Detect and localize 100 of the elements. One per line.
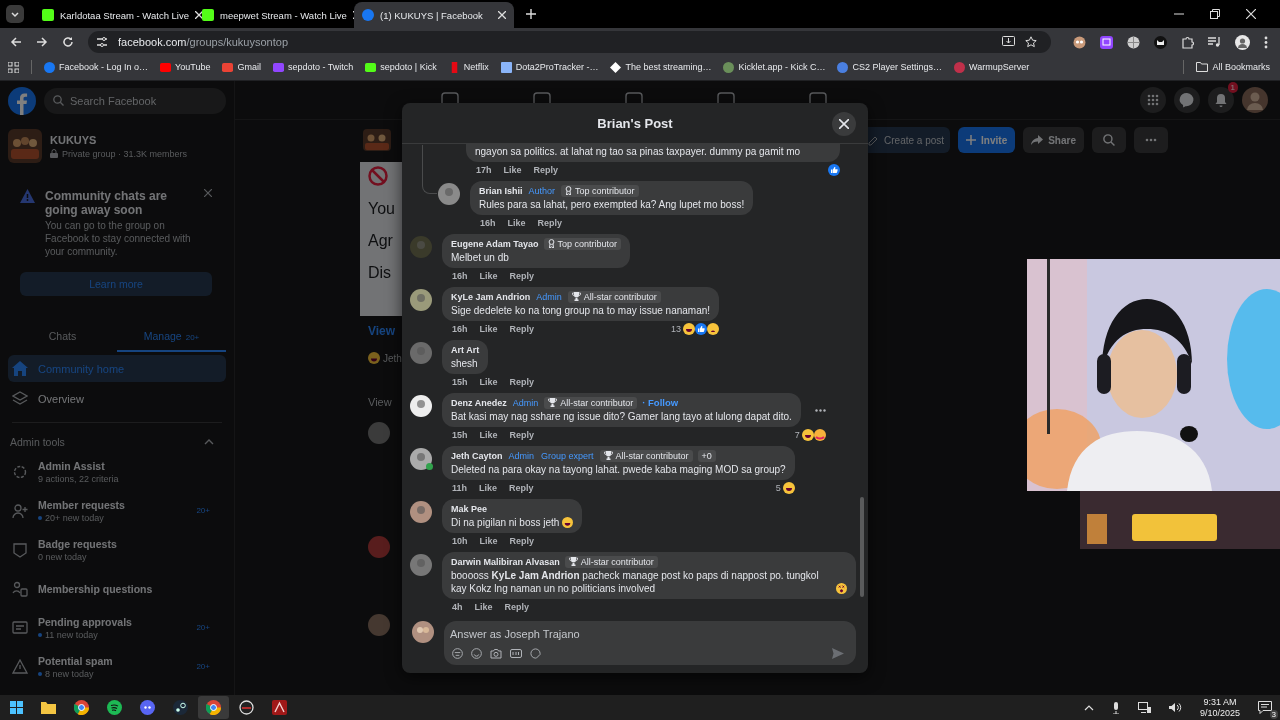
like-link[interactable]: Like bbox=[503, 164, 522, 176]
bookmark[interactable]: Facebook - Log In o… bbox=[44, 61, 149, 73]
chevron-icon[interactable] bbox=[204, 439, 214, 445]
like-link[interactable]: Like bbox=[479, 429, 498, 441]
bookmark[interactable]: sepdoto - Twitch bbox=[272, 61, 354, 73]
microphone-icon[interactable] bbox=[1111, 701, 1120, 714]
comment-time[interactable]: 16h bbox=[480, 217, 496, 229]
app-icon[interactable] bbox=[272, 700, 287, 715]
network-icon[interactable] bbox=[1137, 702, 1151, 713]
search-field[interactable]: Search Facebook bbox=[44, 88, 226, 114]
close-button[interactable] bbox=[832, 112, 856, 136]
bookmark[interactable]: WarmupServer bbox=[954, 61, 1030, 73]
search-button[interactable] bbox=[1092, 127, 1126, 153]
apps-menu-icon[interactable] bbox=[1140, 87, 1166, 113]
bookmark[interactable]: YouTube bbox=[160, 61, 211, 73]
bell-icon[interactable] bbox=[1208, 87, 1234, 113]
install-icon[interactable] bbox=[1002, 36, 1015, 48]
back-icon[interactable] bbox=[10, 36, 22, 48]
sad-face-icon[interactable] bbox=[707, 323, 720, 335]
reply-link[interactable]: Reply bbox=[509, 270, 535, 282]
comment-time[interactable]: 11h bbox=[452, 482, 467, 494]
browser-tab[interactable]: (1) KUKUYS | Facebook bbox=[354, 2, 514, 28]
commenter-name[interactable]: Denz Anedez bbox=[451, 397, 507, 408]
commenter-name[interactable]: Brian Ishii bbox=[479, 185, 523, 196]
admin-tool-item[interactable]: Membership questions bbox=[8, 570, 226, 607]
avatar[interactable] bbox=[410, 448, 432, 470]
commenter-name[interactable]: Eugene Adam Tayao bbox=[451, 238, 539, 249]
extension-icon[interactable] bbox=[1100, 35, 1113, 49]
star-icon[interactable] bbox=[1025, 36, 1037, 48]
comment-time[interactable]: 4h bbox=[452, 601, 463, 613]
bookmark[interactable]: sepdoto | Kick bbox=[365, 61, 437, 73]
clock-time[interactable]: 9:31 AM bbox=[1203, 696, 1237, 708]
like-link[interactable]: Like bbox=[479, 323, 498, 335]
reply-link[interactable]: Reply bbox=[533, 164, 559, 176]
reply-link[interactable]: Reply bbox=[509, 376, 535, 388]
group-name[interactable]: KUKUYS bbox=[50, 133, 188, 146]
comment-time[interactable]: 15h bbox=[452, 429, 468, 441]
comment-time[interactable]: 16h bbox=[452, 270, 468, 282]
admin-tool-item[interactable]: Admin Assist 9 actions, 22 criteria bbox=[8, 453, 226, 490]
forward-icon[interactable] bbox=[36, 36, 48, 48]
restore-icon[interactable] bbox=[1210, 9, 1220, 19]
bookmark[interactable]: CS2 Player Settings… bbox=[837, 61, 943, 73]
close-icon[interactable] bbox=[195, 11, 203, 19]
reply-link[interactable]: Reply bbox=[504, 601, 530, 613]
taskbar-button[interactable] bbox=[198, 696, 229, 719]
chat-app-icon[interactable] bbox=[140, 700, 155, 715]
profile-avatar[interactable] bbox=[1235, 34, 1250, 50]
like-link[interactable]: Like bbox=[479, 535, 498, 547]
reply-link[interactable]: Reply bbox=[537, 217, 563, 229]
bookmark[interactable]: Gmail bbox=[222, 61, 261, 73]
commenter-name[interactable]: KyLe Jam Andrion bbox=[451, 291, 531, 302]
facebook-logo[interactable] bbox=[8, 87, 36, 115]
sidebar-item[interactable]: Overview bbox=[8, 385, 226, 412]
comment-time[interactable]: 15h bbox=[452, 376, 468, 388]
browser-tab[interactable]: Karldotaa Stream - Watch Live bbox=[34, 2, 194, 28]
globe-icon[interactable] bbox=[1127, 35, 1140, 49]
comment-field[interactable]: Answer as Joseph Trajano bbox=[450, 628, 844, 640]
like-link[interactable]: Like bbox=[479, 376, 498, 388]
commenter-name[interactable]: Mak Pee bbox=[451, 503, 488, 514]
bookmark[interactable]: The best streaming… bbox=[610, 61, 712, 73]
close-icon[interactable] bbox=[1246, 9, 1256, 19]
admin-tool-item[interactable]: Pending approvals 11 new today 20+ bbox=[8, 609, 226, 646]
commenter-name[interactable]: Darwin Malibiran Alvasan bbox=[451, 556, 560, 567]
avatar[interactable] bbox=[410, 395, 432, 417]
camera-icon[interactable] bbox=[490, 648, 502, 659]
follow-link[interactable]: · Follow bbox=[642, 397, 679, 408]
thumbs-up-icon[interactable] bbox=[828, 164, 841, 176]
gif-icon[interactable] bbox=[510, 648, 522, 659]
like-link[interactable]: Like bbox=[479, 270, 498, 282]
admin-tool-item[interactable]: Potential spam 8 new today 20+ bbox=[8, 648, 226, 685]
app-icon[interactable] bbox=[239, 700, 254, 715]
more-icon[interactable] bbox=[814, 408, 826, 412]
messenger-icon[interactable] bbox=[1174, 87, 1200, 113]
admin-tool-item[interactable]: Badge requests 0 new today bbox=[8, 531, 226, 568]
all-bookmarks-button[interactable]: All Bookmarks bbox=[1196, 62, 1270, 72]
kebab-menu-icon[interactable] bbox=[1264, 35, 1268, 49]
scrollbar[interactable] bbox=[860, 497, 864, 597]
thumbs-up-icon[interactable] bbox=[695, 323, 708, 335]
start-icon[interactable] bbox=[10, 701, 23, 714]
comment-time[interactable]: 10h bbox=[452, 535, 468, 547]
extension-icon[interactable] bbox=[1073, 35, 1086, 49]
reply-link[interactable]: Reply bbox=[509, 482, 534, 494]
browser-icon[interactable] bbox=[74, 700, 89, 715]
admin-tool-item[interactable]: Member requests 20+ new today 20+ bbox=[8, 492, 226, 529]
bookmark[interactable]: Dota2ProTracker -… bbox=[500, 61, 599, 73]
music-app-icon[interactable] bbox=[107, 700, 122, 715]
reaction-count[interactable]: 5 bbox=[775, 482, 781, 494]
comment-time[interactable]: 17h bbox=[476, 164, 492, 176]
reaction-count[interactable]: 13 bbox=[671, 323, 682, 335]
extension-icon[interactable] bbox=[1154, 35, 1167, 49]
more-badges[interactable]: +0 bbox=[697, 449, 716, 462]
clock-date[interactable]: 9/10/2025 bbox=[1199, 707, 1240, 719]
reload-icon[interactable] bbox=[62, 36, 74, 48]
hugging-face-icon[interactable] bbox=[813, 429, 826, 441]
laughing-face-icon[interactable] bbox=[801, 429, 814, 441]
like-link[interactable]: Like bbox=[507, 217, 526, 229]
reply-link[interactable]: Reply bbox=[509, 429, 535, 441]
puzzle-icon[interactable] bbox=[1181, 35, 1194, 49]
tab-list-icon[interactable] bbox=[6, 5, 24, 23]
new-tab-icon[interactable] bbox=[526, 9, 536, 19]
